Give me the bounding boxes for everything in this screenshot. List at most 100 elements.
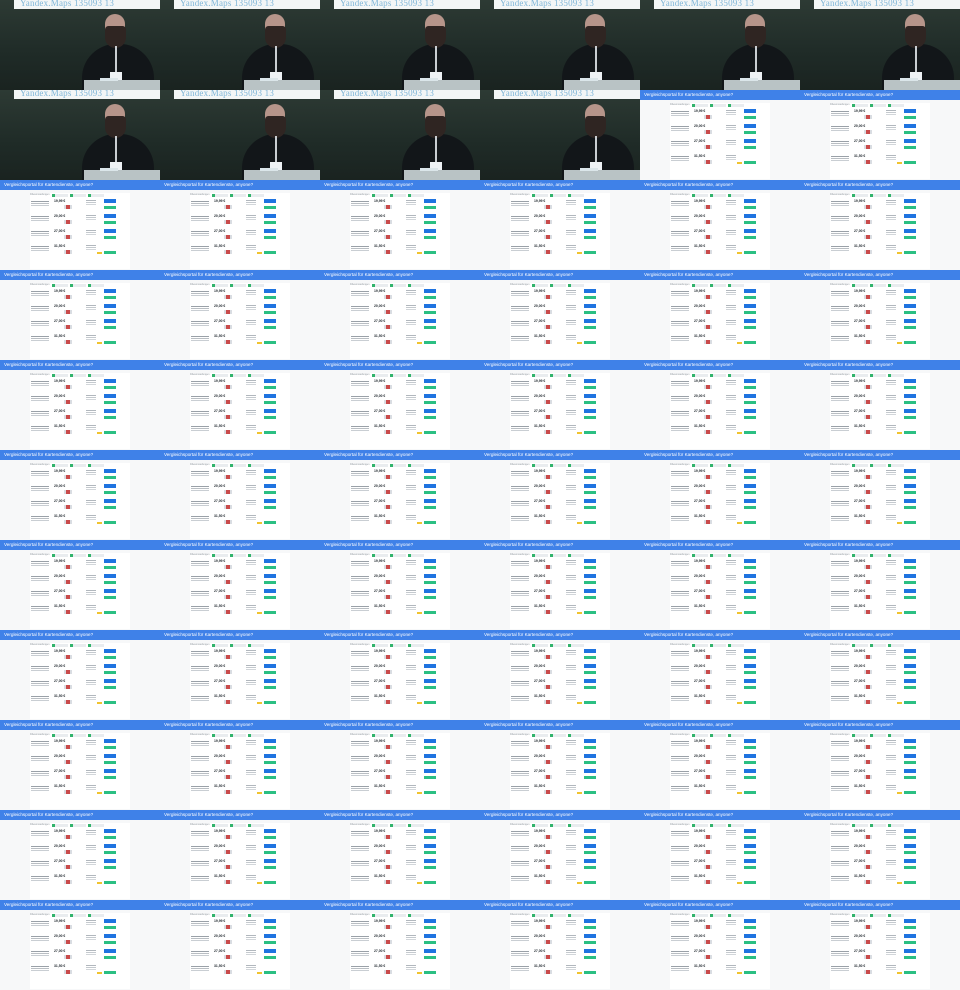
filter-label: Filtereinstellungen <box>350 373 370 376</box>
slide-title: Vergleichsportal für Kartendienste, anyo… <box>484 182 574 187</box>
slide-header: Vergleichsportal für Kartendienste, anyo… <box>800 450 960 460</box>
details-button <box>904 124 916 128</box>
details-button <box>424 409 436 413</box>
row-price: 19,99 € <box>214 829 226 833</box>
slide-title: Vergleichsportal für Kartendienste, anyo… <box>4 272 94 277</box>
provider-logo <box>384 940 392 944</box>
result-row: 31,50 € <box>510 783 610 797</box>
select-button <box>904 401 916 404</box>
details-button <box>744 844 756 848</box>
result-row: 19,99 € <box>190 558 290 572</box>
row-description <box>511 336 529 338</box>
provider-logo <box>544 295 552 299</box>
logo-mark <box>866 940 870 944</box>
filter-chip <box>888 914 904 917</box>
slide-header: Vergleichsportal für Kartendienste, anyo… <box>0 630 160 640</box>
logo-mark <box>866 400 870 404</box>
filter-dot <box>230 464 233 467</box>
filter-label: Filtereinstellungen <box>350 643 370 646</box>
logo-mark <box>386 430 390 434</box>
logo-mark <box>66 790 70 794</box>
provider-logo <box>864 955 872 959</box>
select-button <box>104 611 116 614</box>
row-info <box>566 740 576 742</box>
result-row: 31,50 € <box>350 693 450 707</box>
filter-dot <box>870 104 873 107</box>
logo-mark <box>706 745 710 749</box>
select-button <box>904 671 916 674</box>
filter-chip <box>372 284 388 287</box>
row-info <box>406 830 416 832</box>
row-info <box>726 755 736 757</box>
slide-header: Vergleichsportal für Kartendienste, anyo… <box>480 900 640 910</box>
row-description <box>511 201 529 203</box>
logo-mark <box>66 670 70 674</box>
row-description <box>511 306 529 308</box>
row-description <box>191 246 209 248</box>
logo-mark <box>386 340 390 344</box>
details-button <box>904 319 916 323</box>
logo-mark <box>66 385 70 389</box>
slide-header: Vergleichsportal für Kartendienste, anyo… <box>0 900 160 910</box>
row-description <box>31 246 49 248</box>
row-info <box>566 560 576 562</box>
laptop-screen <box>740 78 758 81</box>
result-row: 31,50 € <box>830 963 930 977</box>
filter-chip <box>372 464 388 467</box>
filter-dot <box>70 554 73 557</box>
row-info <box>726 125 736 127</box>
row-description <box>831 681 849 683</box>
result-row: 20,00 € <box>350 663 450 677</box>
logo-mark <box>386 295 390 299</box>
slide-frame: Vergleichsportal für Kartendienste, anyo… <box>0 360 160 450</box>
provider-logo <box>224 310 232 314</box>
row-description <box>831 216 849 218</box>
logo-mark <box>706 295 710 299</box>
provider-logo <box>384 295 392 299</box>
row-price: 20,00 € <box>854 844 866 848</box>
slide-title: Vergleichsportal für Kartendienste, anyo… <box>644 92 734 97</box>
details-button <box>424 229 436 233</box>
row-description <box>191 561 209 563</box>
filter-chip <box>728 284 744 287</box>
slide-frame: Vergleichsportal für Kartendienste, anyo… <box>640 180 800 270</box>
provider-logo <box>544 340 552 344</box>
select-button <box>424 836 436 839</box>
select-button <box>584 221 596 224</box>
slide-frame: Vergleichsportal für Kartendienste, anyo… <box>800 270 960 360</box>
slide-frame: Vergleichsportal für Kartendienste, anyo… <box>480 270 640 360</box>
row-description <box>31 381 49 383</box>
provider-logo <box>544 505 552 509</box>
result-row: 31,50 € <box>510 513 610 527</box>
row-price: 31,50 € <box>54 694 66 698</box>
filter-dot <box>52 284 55 287</box>
details-button <box>424 484 436 488</box>
highlight-tag <box>897 702 902 704</box>
select-button <box>584 671 596 674</box>
details-button <box>104 859 116 863</box>
details-button <box>584 679 596 683</box>
filter-dot <box>372 194 375 197</box>
row-info <box>726 395 736 397</box>
filter-label: Filtereinstellungen <box>830 103 850 106</box>
provider-logo <box>544 310 552 314</box>
filter-chip <box>248 734 264 737</box>
speaker-frame: Yandex.Maps 135093 13 <box>480 0 640 90</box>
slide-header: Vergleichsportal für Kartendienste, anyo… <box>160 450 320 460</box>
row-description <box>511 681 529 683</box>
result-row: 27,00 € <box>350 408 450 422</box>
slide-title: Vergleichsportal für Kartendienste, anyo… <box>324 812 414 817</box>
lanyard <box>595 46 597 72</box>
details-button <box>904 409 916 413</box>
row-price: 31,50 € <box>214 604 226 608</box>
details-button <box>904 199 916 203</box>
filter-chip <box>550 374 566 377</box>
row-description <box>351 681 369 683</box>
row-description <box>831 111 849 113</box>
details-button <box>744 469 756 473</box>
result-row: 31,50 € <box>30 873 130 887</box>
row-info <box>566 650 576 652</box>
projection-screen: Yandex.Maps 135093 13 <box>654 0 800 9</box>
result-row: 19,99 € <box>670 828 770 842</box>
row-price: 27,00 € <box>854 679 866 683</box>
